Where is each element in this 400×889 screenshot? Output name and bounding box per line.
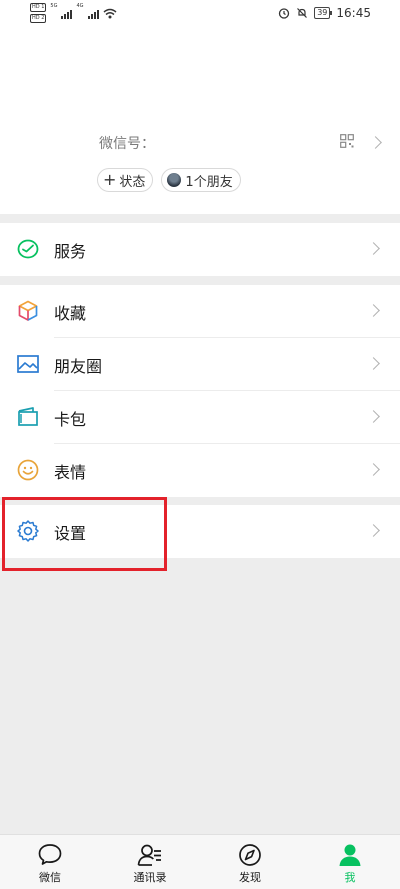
plus-icon: + [103,170,117,189]
signal-icon-2 [87,7,99,19]
favorites-icon [18,300,38,321]
tab-label: 微信 [39,871,61,884]
menu-item-favorites[interactable]: 收藏 [0,285,400,338]
signal-icon [61,7,73,19]
tab-label: 通讯录 [133,871,167,884]
settings-highlight-box [2,497,167,571]
menu-item-moments[interactable]: 朋友圈 [0,338,400,391]
wallet-icon [18,407,38,426]
wechat-id-label: 微信号： [99,136,155,152]
menu-label-moments: 朋友圈 [54,356,103,376]
alarm-icon [279,8,290,19]
sim-indicators: HD 1 HD 2 [30,3,47,23]
sim1-badge: HD 1 [30,3,47,12]
wifi-icon [103,8,116,18]
menu-label-stickers: 表情 [54,462,87,482]
tab-discover[interactable]: 发现 [200,835,300,889]
menu-item-stickers[interactable]: 表情 [0,444,400,497]
chevron-right-icon [367,242,380,255]
moments-icon [17,355,39,373]
tab-chats[interactable]: 微信 [0,835,100,889]
status-bar: HD 1 HD 2 5G 4G 39 16:45 [0,0,400,30]
chevron-right-icon [367,357,380,370]
chevron-right-icon [367,524,380,537]
network-type-1: 5G [50,3,58,9]
tab-me[interactable]: 我 [300,835,400,889]
menu-label-services: 服务 [54,241,87,261]
mute-icon [297,8,308,18]
tab-label: 我 [344,871,356,884]
friend-avatar [167,173,182,187]
friends-chip-label: 1个朋友 [185,174,233,190]
status-chip-label: 状态 [119,174,146,190]
chevron-right-icon [367,410,380,423]
tab-label: 发现 [239,871,261,884]
services-icon [17,239,39,259]
status-left: HD 1 HD 2 5G 4G [30,3,117,23]
clock: 16:45 [336,6,371,20]
menu-item-services[interactable]: 服务 [0,223,400,276]
menu-item-cards[interactable]: 卡包 [0,391,400,444]
smiley-icon [17,459,39,481]
network-type-2: 4G [76,3,84,9]
services-group: 服务 [0,223,400,276]
menu-label-favorites: 收藏 [54,303,87,323]
profile-chevron-icon [369,136,382,149]
bottom-tab-bar: 微信 通讯录 发现 我 [0,834,400,889]
profile-header[interactable]: 微信号： + 状态 1个朋友 [0,30,400,214]
sim2-badge: HD 2 [30,14,47,23]
tab-contacts[interactable]: 通讯录 [100,835,200,889]
friends-chip[interactable]: 1个朋友 [161,168,241,192]
battery-icon: 39 [314,7,333,19]
status-chip[interactable]: + 状态 [97,168,154,192]
qr-code-icon[interactable] [340,134,354,148]
person-icon [339,844,361,866]
content-group: 收藏 朋友圈 卡包 表情 [0,285,400,497]
compass-icon [239,844,261,866]
chat-icon [38,844,62,865]
menu-label-cards: 卡包 [54,409,87,429]
chevron-right-icon [367,463,380,476]
status-right: 39 16:45 [278,6,371,20]
chevron-right-icon [367,304,380,317]
profile-chips: + 状态 1个朋友 [97,168,241,192]
contacts-icon [137,844,161,866]
